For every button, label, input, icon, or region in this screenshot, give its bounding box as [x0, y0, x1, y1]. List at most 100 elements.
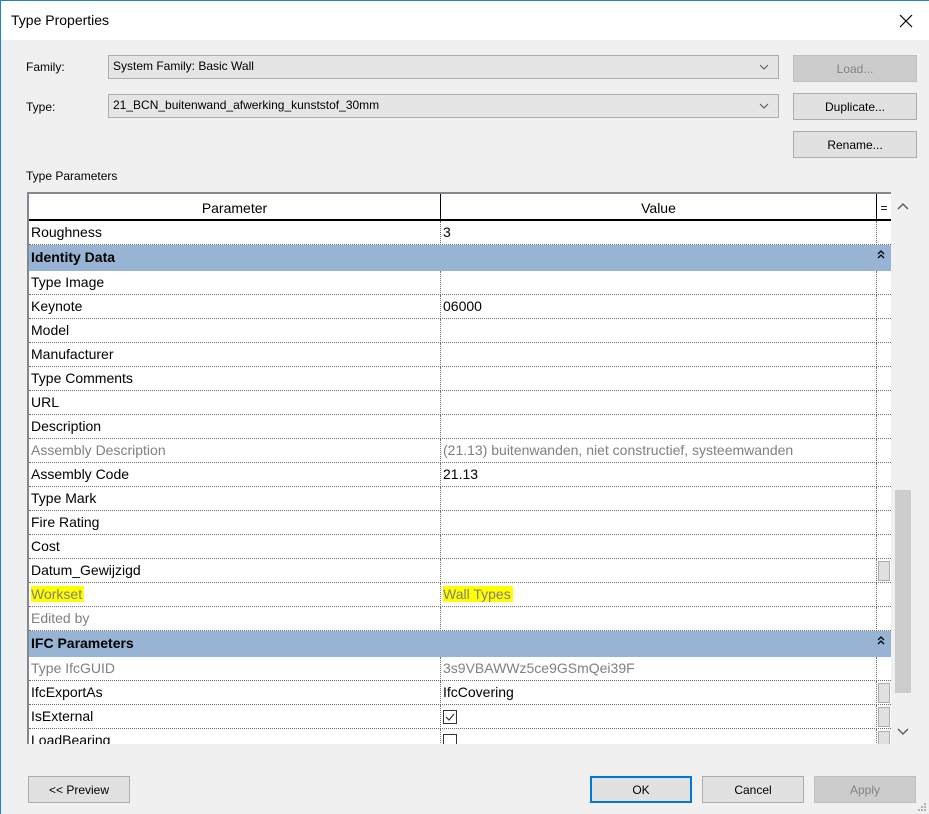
load-button[interactable]: Load...: [793, 55, 917, 82]
parameter-row[interactable]: Manufacturer: [29, 343, 891, 367]
parameter-name: Model: [31, 322, 70, 338]
parameter-name: Edited by: [31, 610, 90, 626]
cell-divider: [440, 271, 441, 295]
parameter-name: Description: [31, 418, 102, 434]
parameter-name: LoadBearing: [31, 732, 111, 744]
parameter-row[interactable]: Assembly Description (21.13) buitenwanden…: [29, 439, 891, 463]
parameter-row[interactable]: Type IfcGUID 3s9VBAWWz5ce9GSmQei39F: [29, 657, 891, 681]
title-bar: Type Properties: [1, 1, 929, 40]
duplicate-button[interactable]: Duplicate...: [793, 93, 917, 120]
cell-divider: [876, 729, 877, 744]
cancel-button[interactable]: Cancel: [702, 776, 804, 803]
sort-toggle-button[interactable]: =: [877, 194, 891, 221]
parameter-value: (21.13) buitenwanden, niet constructief,…: [443, 442, 794, 458]
associate-parameter-button[interactable]: [878, 683, 890, 703]
cell-divider: [876, 487, 877, 511]
scroll-down-button[interactable]: [893, 722, 913, 742]
family-label: Family:: [26, 60, 65, 74]
ok-button[interactable]: OK: [590, 776, 692, 803]
cell-divider: [440, 415, 441, 439]
rename-button[interactable]: Rename...: [793, 131, 917, 158]
preview-button[interactable]: << Preview: [28, 776, 130, 803]
type-dropdown[interactable]: 21_BCN_buitenwand_afwerking_kunststof_30…: [108, 94, 779, 118]
type-label: Type:: [26, 100, 56, 114]
scroll-thumb[interactable]: [895, 490, 911, 693]
parameter-row[interactable]: IsExternal: [29, 705, 891, 729]
parameter-name: Type IfcGUID: [31, 660, 116, 676]
cell-divider: [440, 607, 441, 631]
cell-divider: [876, 295, 877, 319]
parameter-name: Datum_Gewijzigd: [31, 562, 141, 578]
parameter-name: Type Mark: [31, 490, 97, 506]
parameter-row[interactable]: Type Image: [29, 271, 891, 295]
parameter-row[interactable]: Workset Wall Types: [29, 583, 891, 607]
parameter-row[interactable]: Keynote 06000: [29, 295, 891, 319]
parameter-name: Fire Rating: [31, 514, 100, 530]
column-header-value[interactable]: Value: [441, 194, 876, 221]
parameter-row[interactable]: Model: [29, 319, 891, 343]
resize-grip-icon[interactable]: [917, 802, 927, 812]
associate-parameter-button[interactable]: [878, 731, 890, 744]
cell-divider: [876, 415, 877, 439]
parameter-checkbox-cell[interactable]: [443, 708, 873, 724]
collapse-group-icon[interactable]: [877, 249, 885, 262]
cell-divider: [876, 343, 877, 367]
associate-parameter-button[interactable]: [878, 561, 890, 581]
cell-divider: [440, 487, 441, 511]
grid-scrollbar[interactable]: [893, 192, 913, 744]
apply-button[interactable]: Apply: [814, 776, 916, 803]
family-dropdown[interactable]: System Family: Basic Wall: [108, 55, 779, 79]
parameter-row[interactable]: Cost: [29, 535, 891, 559]
cell-divider: [876, 221, 877, 245]
cell-divider: [440, 705, 441, 729]
type-parameters-label: Type Parameters: [26, 169, 118, 183]
checkbox[interactable]: [443, 709, 457, 724]
parameter-name: Assembly Description: [31, 442, 166, 458]
grid-rows: Roughness 3 Identity Data Type Image Keynote…: [29, 221, 891, 744]
parameter-row[interactable]: Assembly Code 21.13: [29, 463, 891, 487]
cell-divider: [876, 657, 877, 681]
parameter-value[interactable]: 21.13: [443, 466, 873, 482]
parameter-value[interactable]: 3: [443, 224, 873, 240]
cell-divider: [440, 681, 441, 705]
parameter-value[interactable]: IfcCovering: [443, 684, 873, 700]
cell-divider: [876, 607, 877, 631]
cell-divider: [876, 439, 877, 463]
parameter-row[interactable]: Roughness 3: [29, 221, 891, 245]
cell-divider: [440, 463, 441, 487]
parameter-row[interactable]: Datum_Gewijzigd: [29, 559, 891, 583]
cell-divider: [876, 705, 877, 729]
associate-parameter-button[interactable]: [878, 707, 890, 727]
checkbox[interactable]: [443, 733, 457, 744]
column-header-parameter[interactable]: Parameter: [29, 194, 440, 221]
group-header-row[interactable]: Identity Data: [29, 245, 891, 271]
parameter-name: Type Image: [31, 274, 105, 290]
group-header-row[interactable]: IFC Parameters: [29, 631, 891, 657]
parameter-row[interactable]: Description: [29, 415, 891, 439]
chevron-up-icon: [897, 202, 909, 210]
type-properties-dialog: Type Properties Family: System Family: B…: [0, 0, 929, 814]
parameter-name: Type Comments: [31, 370, 133, 386]
parameter-name: Roughness: [31, 224, 102, 240]
cell-divider: [876, 511, 877, 535]
parameter-name: Cost: [31, 538, 60, 554]
parameter-checkbox-cell[interactable]: [443, 732, 873, 744]
parameter-value: 3s9VBAWWz5ce9GSmQei39F: [443, 660, 635, 676]
parameter-value[interactable]: 06000: [443, 298, 873, 314]
parameter-row[interactable]: LoadBearing: [29, 729, 891, 744]
cell-divider: [876, 583, 877, 607]
parameter-row[interactable]: Edited by: [29, 607, 891, 631]
parameter-name: Workset: [31, 586, 436, 602]
parameter-row[interactable]: Type Comments: [29, 367, 891, 391]
parameter-row[interactable]: Fire Rating: [29, 511, 891, 535]
cell-divider: [440, 221, 441, 245]
collapse-group-icon[interactable]: [877, 635, 885, 648]
parameter-name: IfcExportAs: [31, 684, 103, 700]
parameter-row[interactable]: URL: [29, 391, 891, 415]
close-button[interactable]: [883, 1, 929, 40]
parameter-row[interactable]: IfcExportAs IfcCovering: [29, 681, 891, 705]
parameter-row[interactable]: Type Mark: [29, 487, 891, 511]
checkmark-icon: [445, 713, 455, 721]
scroll-up-button[interactable]: [893, 196, 913, 216]
parameter-name: Keynote: [31, 298, 83, 314]
